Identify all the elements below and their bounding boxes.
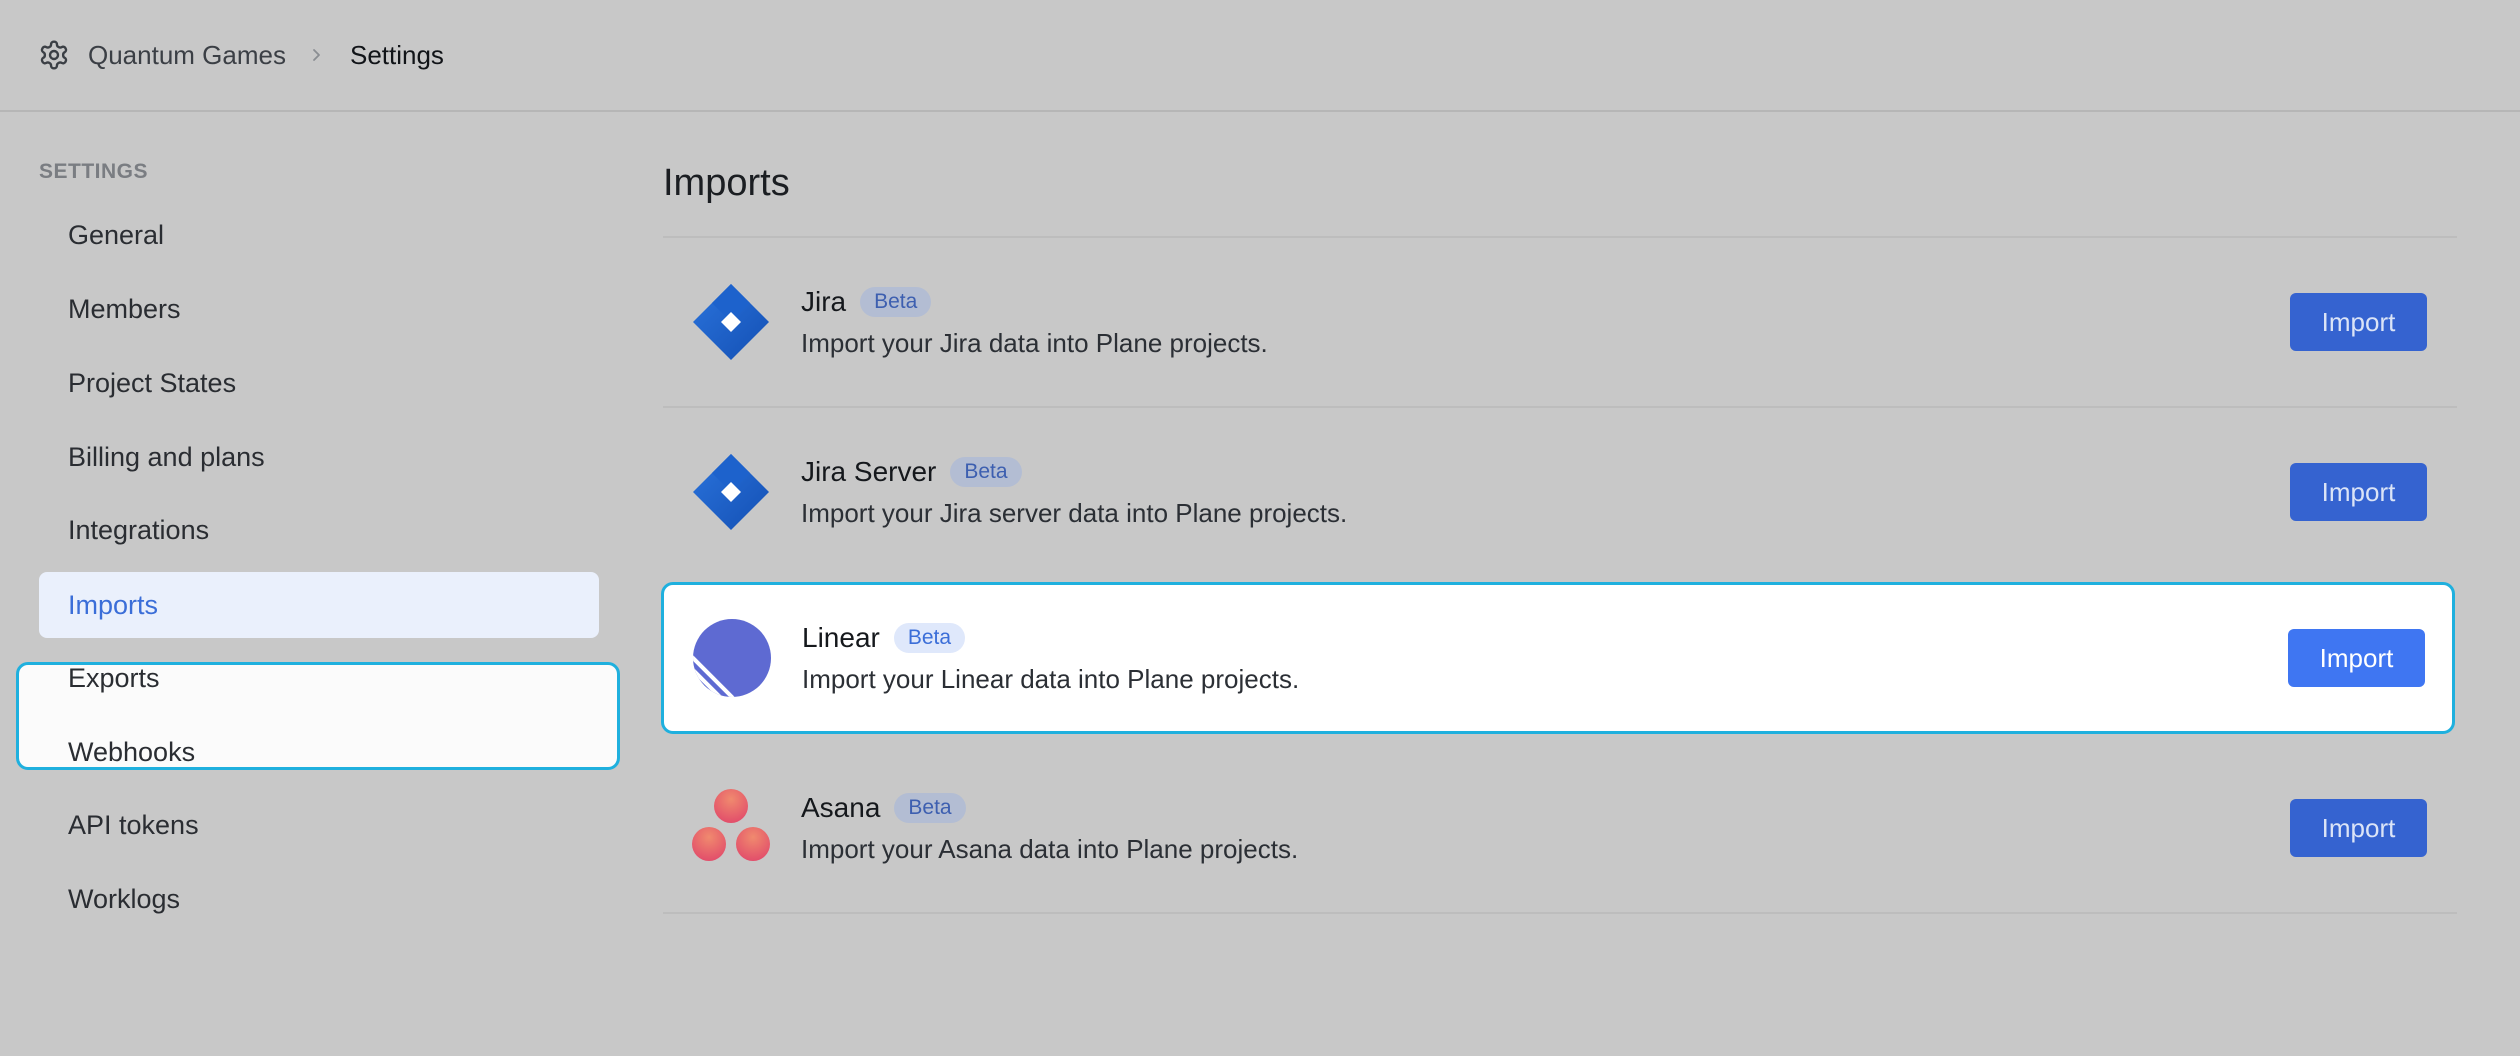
sidebar-item-label: Members xyxy=(68,293,181,324)
sidebar-item-label: General xyxy=(68,219,165,250)
sidebar-item-label: Exports xyxy=(68,662,160,693)
sidebar-item-imports[interactable]: Imports xyxy=(39,572,599,638)
import-linear-button[interactable]: Import xyxy=(2288,629,2425,687)
sidebar-item-billing[interactable]: Billing and plans xyxy=(39,424,599,490)
importer-description: Import your Linear data into Plane proje… xyxy=(802,663,1300,694)
importer-description: Import your Jira server data into Plane … xyxy=(801,497,1348,528)
imports-panel: Imports Jira Beta Import your Jira data … xyxy=(661,112,2457,1056)
importer-name: Linear xyxy=(802,621,880,653)
import-jira-server-button[interactable]: Import xyxy=(2290,463,2427,521)
sidebar-item-label: Worklogs xyxy=(68,883,181,914)
sidebar-item-worklogs[interactable]: Worklogs xyxy=(39,866,599,932)
importer-name: Jira xyxy=(801,285,847,317)
importer-row-asana: Asana Beta Import your Asana data into P… xyxy=(663,744,2457,912)
sidebar-item-label: Project States xyxy=(68,367,237,398)
chevron-right-icon xyxy=(308,46,326,64)
import-asana-button[interactable]: Import xyxy=(2290,799,2427,857)
gear-icon xyxy=(38,38,72,72)
beta-badge: Beta xyxy=(893,622,966,653)
sidebar-item-api-tokens[interactable]: API tokens xyxy=(39,792,599,858)
sidebar-item-general[interactable]: General xyxy=(39,202,599,268)
importer-description: Import your Asana data into Plane projec… xyxy=(801,833,1299,864)
sidebar-item-integrations[interactable]: Integrations xyxy=(39,497,599,563)
breadcrumb: Quantum Games Settings xyxy=(0,0,2520,112)
importer-name: Jira Server xyxy=(801,455,937,487)
sidebar-item-project-states[interactable]: Project States xyxy=(39,350,599,416)
beta-badge: Beta xyxy=(950,456,1022,487)
sidebar-item-label: Imports xyxy=(68,589,159,620)
sidebar-item-label: API tokens xyxy=(68,809,199,840)
breadcrumb-current: Settings xyxy=(349,39,444,70)
sidebar-item-label: Billing and plans xyxy=(68,441,265,472)
importer-row-linear: Linear Beta Import your Linear data into… xyxy=(661,582,2455,734)
linear-icon xyxy=(692,618,772,698)
sidebar-heading: SETTINGS xyxy=(39,160,149,183)
importer-description: Import your Jira data into Plane project… xyxy=(801,327,1268,358)
sidebar-item-webhooks[interactable]: Webhooks xyxy=(39,719,599,785)
importer-row-jira: Jira Beta Import your Jira data into Pla… xyxy=(663,238,2457,406)
divider xyxy=(663,912,2457,914)
beta-badge: Beta xyxy=(894,792,966,823)
importer-row-jira-server: Jira Server Beta Import your Jira server… xyxy=(663,408,2457,576)
beta-badge: Beta xyxy=(860,286,932,317)
jira-icon xyxy=(691,282,771,362)
importer-name: Asana xyxy=(801,791,881,823)
asana-icon xyxy=(691,788,771,868)
breadcrumb-workspace[interactable]: Quantum Games xyxy=(88,40,286,71)
sidebar-item-label: Webhooks xyxy=(68,736,196,767)
import-jira-button[interactable]: Import xyxy=(2290,293,2427,351)
settings-sidebar: SETTINGS General Members Project States … xyxy=(0,112,620,1056)
sidebar-item-label: Integrations xyxy=(68,514,210,545)
jira-icon xyxy=(691,452,771,532)
page-title: Imports xyxy=(663,162,790,204)
sidebar-item-members[interactable]: Members xyxy=(39,276,599,342)
sidebar-item-exports[interactable]: Exports xyxy=(39,645,599,711)
